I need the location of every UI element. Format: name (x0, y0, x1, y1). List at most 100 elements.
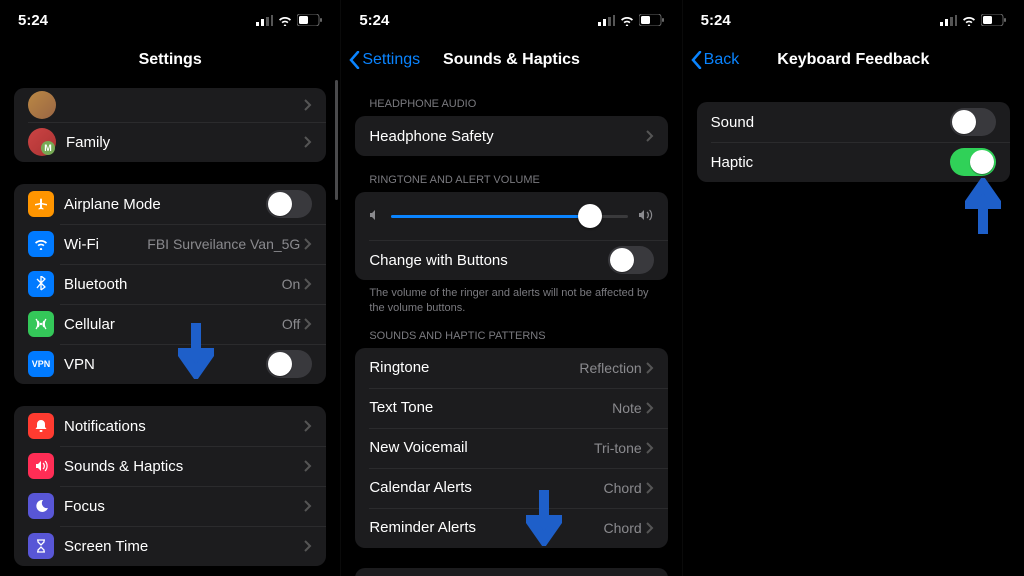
row-new-voicemail[interactable]: New Voicemail Tri-tone (355, 428, 667, 468)
speaker-high-icon (638, 209, 654, 224)
row-label: Text Tone (369, 399, 612, 416)
chevron-right-icon (646, 442, 654, 454)
back-label: Back (704, 51, 740, 69)
status-time: 5:24 (359, 12, 389, 29)
row-text-tone[interactable]: Text Tone Note (355, 388, 667, 428)
row-label: Bluetooth (64, 276, 282, 293)
chevron-right-icon (304, 238, 312, 250)
row-sounds-haptics[interactable]: Sounds & Haptics (14, 446, 326, 486)
row-label: Ringtone (369, 359, 579, 376)
chevron-right-icon (304, 99, 312, 111)
row-family[interactable]: M Family (14, 122, 326, 162)
row-haptic[interactable]: Haptic (697, 142, 1010, 182)
chevron-right-icon (646, 362, 654, 374)
wifi-icon (619, 15, 635, 26)
row-value: On (282, 276, 301, 292)
screen-settings: 5:24 Settings M Family Airplane (0, 0, 341, 576)
row-notifications[interactable]: Notifications (14, 406, 326, 446)
row-sound[interactable]: Sound (697, 102, 1010, 142)
avatar-icon: M (28, 128, 56, 156)
status-bar: 5:24 (0, 0, 340, 40)
group-keyboard-feedback: Sound Haptic (697, 102, 1010, 182)
chevron-right-icon (304, 500, 312, 512)
chevron-left-icon (691, 51, 702, 69)
status-time: 5:24 (18, 12, 48, 29)
toggle-sound[interactable] (950, 108, 996, 136)
row-reminder-alerts[interactable]: Reminder Alerts Chord (355, 508, 667, 548)
signal-icon (598, 15, 615, 26)
row-label: VPN (64, 356, 266, 373)
row-value: Reflection (579, 360, 641, 376)
volume-slider[interactable] (391, 215, 627, 218)
battery-icon (297, 14, 322, 26)
scrollbar[interactable] (335, 80, 338, 200)
row-apple-services[interactable] (14, 88, 326, 122)
row-label: Focus (64, 498, 304, 515)
row-label: Family (66, 134, 304, 151)
slider-thumb[interactable] (578, 204, 602, 228)
row-label: Airplane Mode (64, 196, 266, 213)
group-volume: Change with Buttons (355, 192, 667, 280)
row-label: Cellular (64, 316, 282, 333)
row-value: Chord (604, 480, 642, 496)
nav-bar: Back Keyboard Feedback (683, 40, 1024, 80)
section-header: SOUNDS AND HAPTIC PATTERNS (341, 320, 681, 348)
chevron-left-icon (349, 51, 360, 69)
row-label: Reminder Alerts (369, 519, 603, 536)
screen-keyboard-feedback: 5:24 Back Keyboard Feedback Sound Haptic (683, 0, 1024, 576)
chevron-right-icon (646, 402, 654, 414)
row-bluetooth[interactable]: Bluetooth On (14, 264, 326, 304)
row-calendar-alerts[interactable]: Calendar Alerts Chord (355, 468, 667, 508)
row-label (66, 97, 304, 114)
chevron-right-icon (304, 540, 312, 552)
battery-icon (639, 14, 664, 26)
row-cellular[interactable]: Cellular Off (14, 304, 326, 344)
row-label: Screen Time (64, 538, 304, 555)
group-notifications: Notifications Sounds & Haptics Focus Scr… (14, 406, 326, 566)
row-value: Tri-tone (594, 440, 642, 456)
toggle-change-buttons[interactable] (608, 246, 654, 274)
wifi-icon (277, 15, 293, 26)
chevron-right-icon (304, 460, 312, 472)
row-volume-slider (355, 192, 667, 240)
group-family: M Family (14, 88, 326, 162)
toggle-airplane[interactable] (266, 190, 312, 218)
hourglass-icon (28, 533, 54, 559)
signal-icon (940, 15, 957, 26)
row-focus[interactable]: Focus (14, 486, 326, 526)
row-screen-time[interactable]: Screen Time (14, 526, 326, 566)
chevron-right-icon (646, 522, 654, 534)
toggle-haptic[interactable] (950, 148, 996, 176)
group-patterns: Ringtone Reflection Text Tone Note New V… (355, 348, 667, 548)
back-button[interactable]: Settings (341, 51, 420, 69)
back-button[interactable]: Back (683, 51, 740, 69)
chevron-right-icon (304, 420, 312, 432)
row-label: Haptic (711, 154, 950, 171)
row-ringtone[interactable]: Ringtone Reflection (355, 348, 667, 388)
row-wifi[interactable]: Wi-Fi FBI Surveilance Van_5G (14, 224, 326, 264)
row-headphone-safety[interactable]: Headphone Safety (355, 116, 667, 156)
row-label: New Voicemail (369, 439, 594, 456)
toggle-vpn[interactable] (266, 350, 312, 378)
wifi-icon (28, 231, 54, 257)
chevron-right-icon (304, 136, 312, 148)
section-header: HEADPHONE AUDIO (341, 80, 681, 116)
row-label: Sound (711, 114, 950, 131)
bluetooth-icon (28, 271, 54, 297)
group-keyboard: Keyboard Feedback Haptic (355, 568, 667, 576)
chevron-right-icon (646, 130, 654, 142)
row-keyboard-feedback[interactable]: Keyboard Feedback Haptic (355, 568, 667, 576)
airplane-icon (28, 191, 54, 217)
chevron-right-icon (646, 482, 654, 494)
speaker-icon (28, 453, 54, 479)
section-footer: The volume of the ringer and alerts will… (341, 280, 681, 320)
nav-bar: Settings Sounds & Haptics (341, 40, 681, 80)
vpn-icon: VPN (28, 351, 54, 377)
row-airplane-mode[interactable]: Airplane Mode (14, 184, 326, 224)
row-change-with-buttons[interactable]: Change with Buttons (355, 240, 667, 280)
row-value: Note (612, 400, 642, 416)
back-label: Settings (362, 51, 420, 69)
row-vpn[interactable]: VPN VPN (14, 344, 326, 384)
group-headphone: Headphone Safety (355, 116, 667, 156)
chevron-right-icon (304, 278, 312, 290)
